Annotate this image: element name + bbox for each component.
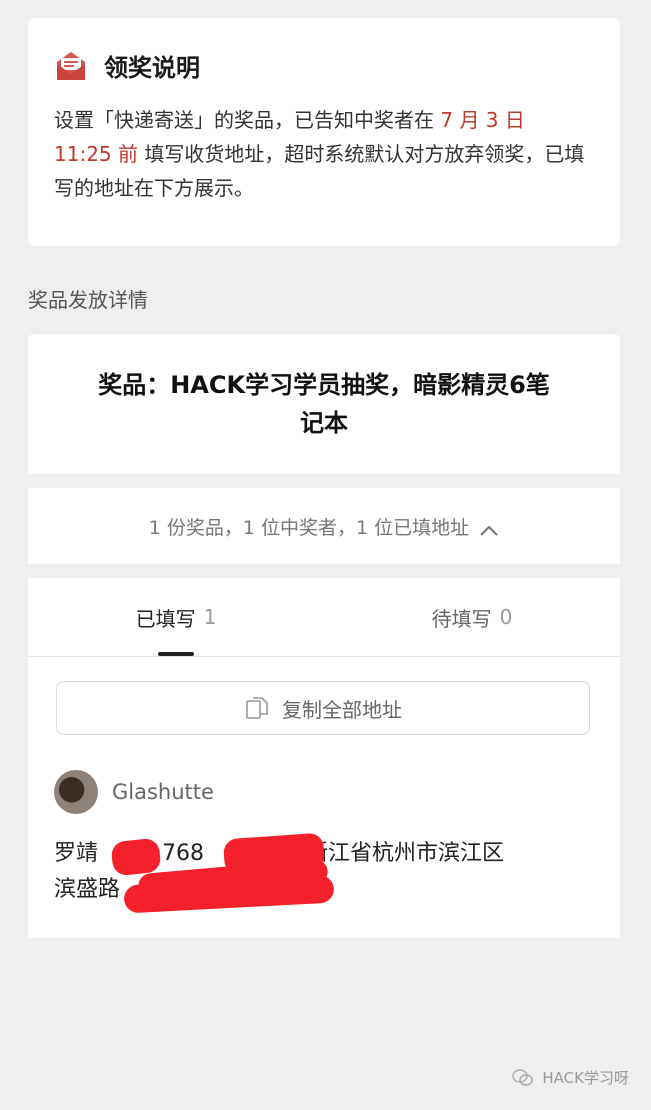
wechat-icon <box>512 1068 534 1087</box>
watermark: HACK学习呀 <box>512 1067 629 1088</box>
tab-filled-label: 已填写 <box>135 606 196 631</box>
notice-text-pre: 设置「快递寄送」的奖品，已告知中奖者在 <box>54 108 441 132</box>
section-title: 奖品发放详情 <box>28 288 148 312</box>
notice-header: 领奖说明 <box>54 48 594 83</box>
prize-card: 奖品：HACK学习学员抽奖，暗影精灵6笔记本 <box>28 334 620 474</box>
tab-pending-label: 待填写 <box>431 606 492 631</box>
deadline-time: 11:25 前 <box>54 142 138 166</box>
copy-all-addresses-button[interactable]: 复制全部地址 <box>56 681 590 735</box>
chevron-up-icon[interactable] <box>479 520 499 536</box>
copy-icon <box>244 695 270 721</box>
tab-pending-count: 0 <box>499 605 513 629</box>
winner-entry: Glashutte <box>54 770 214 814</box>
active-tab-indicator <box>158 652 194 656</box>
prize-summary[interactable]: 1 份奖品，1 位中奖者，1 位已填地址 <box>28 488 620 564</box>
winner-name: Glashutte <box>112 780 214 804</box>
deadline-date: 7 月 3 日 <box>440 108 525 132</box>
summary-text: 1 份奖品，1 位中奖者，1 位已填地址 <box>148 516 470 539</box>
redaction-mark <box>110 837 162 877</box>
notice-card: 领奖说明 设置「快递寄送」的奖品，已告知中奖者在 7 月 3 日 11:25 前 … <box>28 18 620 246</box>
tab-filled-count: 1 <box>203 605 217 629</box>
address-list-card: 已填写 1 待填写 0 复制全部地址 Glashutte 罗靖 1768 ，浙江省杭… <box>28 578 620 938</box>
notice-title: 领奖说明 <box>104 54 200 82</box>
tab-bar: 已填写 1 待填写 0 <box>28 578 620 657</box>
mail-icon <box>54 50 88 82</box>
tab-pending[interactable]: 待填写 0 <box>324 578 620 656</box>
watermark-text: HACK学习呀 <box>542 1069 629 1087</box>
copy-button-label: 复制全部地址 <box>282 697 402 722</box>
avatar <box>54 770 98 814</box>
prize-title: 奖品：HACK学习学员抽奖，暗影精灵6笔记本 <box>98 371 550 437</box>
address-part-street: 滨盛路 <box>54 877 121 902</box>
tab-filled[interactable]: 已填写 1 <box>28 578 324 656</box>
address-part-name: 罗靖 <box>54 841 99 866</box>
notice-text: 设置「快递寄送」的奖品，已告知中奖者在 7 月 3 日 11:25 前 填写收货地… <box>54 103 594 205</box>
